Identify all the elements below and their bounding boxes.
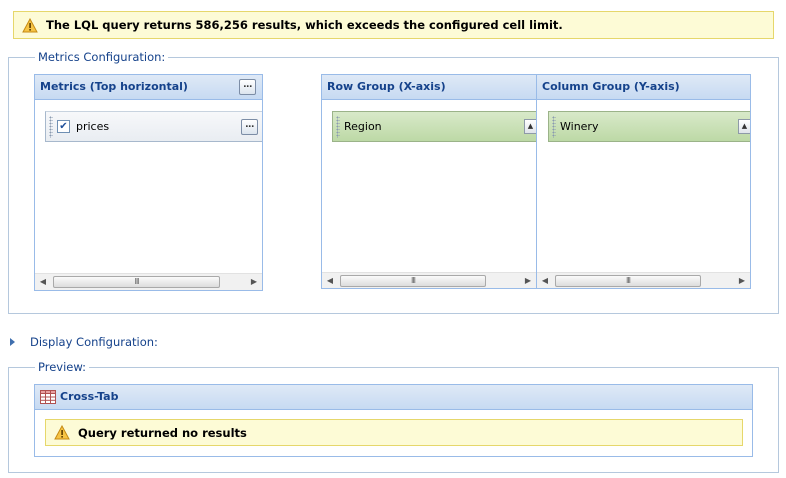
warning-icon <box>54 425 70 440</box>
cross-tab-panel-title: Cross-Tab <box>60 390 119 403</box>
drag-handle-icon[interactable] <box>49 115 53 138</box>
row-group-item-region[interactable]: Region ▲ <box>332 111 536 142</box>
column-group-panel-header: Column Group (Y-axis) <box>537 75 750 100</box>
metrics-configuration-legend: Metrics Configuration: <box>35 50 169 64</box>
metric-prices-label: prices <box>76 120 110 133</box>
row-group-panel: Row Group (X-axis) Region ▲ ◀ III ▶ <box>321 74 537 289</box>
metrics-panel-scrollbar[interactable]: ◀ III ▶ <box>35 273 262 290</box>
cross-tab-panel: Cross-Tab Query returned no results <box>34 384 753 457</box>
scroll-right-arrow-icon[interactable]: ▶ <box>520 273 536 288</box>
row-group-panel-title: Row Group (X-axis) <box>327 80 446 93</box>
scrollbar-thumb[interactable]: III <box>340 275 486 287</box>
no-results-message-text: Query returned no results <box>78 425 247 440</box>
drag-handle-icon[interactable] <box>336 115 340 138</box>
metrics-panel-header: Metrics (Top horizontal) ... <box>35 75 262 100</box>
scrollbar-thumb[interactable]: III <box>53 276 220 288</box>
metrics-panel-title: Metrics (Top horizontal) <box>40 80 188 93</box>
drag-handle-icon[interactable] <box>552 115 556 138</box>
column-group-scrollbar[interactable]: ◀ III ▶ <box>537 272 750 288</box>
column-group-panel: Column Group (Y-axis) Winery ▲ ◀ III ▶ <box>536 74 751 289</box>
query-limit-warning: The LQL query returns 586,256 results, w… <box>13 11 774 39</box>
metric-prices-checkbox[interactable]: ✔ <box>57 120 70 133</box>
scroll-right-arrow-icon[interactable]: ▶ <box>246 274 262 290</box>
scroll-right-arrow-icon[interactable]: ▶ <box>734 273 750 288</box>
metrics-panel-menu-button[interactable]: ... <box>239 79 256 95</box>
column-group-winery-label: Winery <box>560 120 599 133</box>
row-group-panel-header: Row Group (X-axis) <box>322 75 536 100</box>
preview-legend: Preview: <box>35 360 90 374</box>
warning-icon <box>22 17 38 32</box>
expand-arrow-icon[interactable] <box>10 338 15 346</box>
table-icon <box>40 390 56 404</box>
scroll-left-arrow-icon[interactable]: ◀ <box>35 274 51 290</box>
cross-tab-panel-header: Cross-Tab <box>35 385 752 410</box>
scroll-left-arrow-icon[interactable]: ◀ <box>537 273 553 288</box>
metric-prices-menu-button[interactable]: ... <box>241 119 258 135</box>
metrics-panel: Metrics (Top horizontal) ... ✔ prices ..… <box>34 74 263 291</box>
sort-toggle-icon[interactable]: ▲ <box>738 119 750 134</box>
no-results-message: Query returned no results <box>45 419 743 446</box>
metric-item-prices[interactable]: ✔ prices ... <box>45 111 262 142</box>
scrollbar-thumb[interactable]: III <box>555 275 701 287</box>
query-limit-warning-text: The LQL query returns 586,256 results, w… <box>46 18 563 32</box>
column-group-panel-title: Column Group (Y-axis) <box>542 80 680 93</box>
scroll-left-arrow-icon[interactable]: ◀ <box>322 273 338 288</box>
display-configuration-label[interactable]: Display Configuration: <box>30 335 158 349</box>
display-configuration-toggle[interactable]: Display Configuration: <box>10 334 158 350</box>
row-group-region-label: Region <box>344 120 382 133</box>
row-group-scrollbar[interactable]: ◀ III ▶ <box>322 272 536 288</box>
column-group-item-winery[interactable]: Winery ▲ <box>548 111 750 142</box>
